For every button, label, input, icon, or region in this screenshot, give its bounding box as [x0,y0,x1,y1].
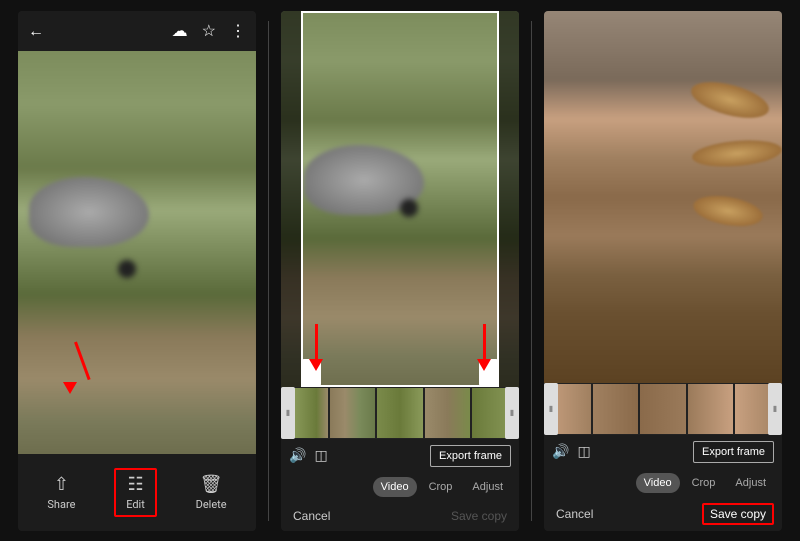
divider-1 [268,21,269,521]
photo-sim-1 [18,51,256,454]
frame-2 [329,387,377,439]
save-copy-btn-2[interactable]: Save copy [447,507,511,525]
controls-bar-3: 🔊 ◫ Export frame [544,435,782,469]
edit-action[interactable]: ☷ Edit [114,468,157,517]
tab-crop-2[interactable]: Crop [421,477,461,497]
frame-3 [376,387,424,439]
crop-border [301,11,499,387]
delete-label: Delete [196,498,227,511]
tab-adjust-2[interactable]: Adjust [464,477,511,497]
frame-1 [281,387,329,439]
timeline-strip-3[interactable] [544,383,782,435]
tab-crop-3[interactable]: Crop [684,473,724,493]
frame-3-2 [592,383,640,435]
frame-4 [424,387,472,439]
timeline-frames-3 [544,383,782,435]
dark-spot-1 [118,260,136,278]
tab-adjust-3[interactable]: Adjust [727,473,774,493]
red-arrow-2b [477,324,491,371]
screen-icon-3[interactable]: ◫ [577,444,590,460]
divider-2 [531,21,532,521]
tab-video-3[interactable]: Video [636,473,680,493]
panel-2: 🔊 ◫ Export frame Video Crop Adjust Cance… [281,11,519,531]
tabs-row-3: Video Crop Adjust [544,469,782,497]
tabs-row-2: Video Crop Adjust [281,473,519,501]
panel-3: 🔊 ◫ Export frame Video Crop Adjust Cance… [544,11,782,531]
share-action[interactable]: ⇧ Share [47,474,75,511]
image-area-2 [281,11,519,387]
timeline-frames [281,387,519,439]
volume-icon-2[interactable]: 🔊 [289,448,306,464]
delete-icon: 🗑 [200,474,223,495]
top-bar-1: ← ☁ ☆ ⋮ [18,11,256,51]
crop-dim-left [281,11,301,387]
bottom-bar-1: ⇧ Share ☷ Edit 🗑 Delete [18,454,256,531]
top-bar-icons: ☁ ☆ ⋮ [172,21,246,40]
footer-row-2: Cancel Save copy [281,501,519,531]
frame-3-3 [639,383,687,435]
save-copy-btn-3[interactable]: Save copy [702,503,774,525]
crop-dim-right [499,11,519,387]
cancel-btn-2[interactable]: Cancel [289,507,334,525]
photo-sim-3 [544,11,782,383]
photo-background-1 [18,51,256,454]
controls-bar-2: 🔊 ◫ Export frame [281,439,519,473]
bottom-actions: ⇧ Share ☷ Edit 🗑 Delete [18,462,256,527]
star-icon[interactable]: ☆ [202,21,216,40]
screen-icon-2[interactable]: ◫ [314,448,327,464]
photo-background-3 [544,11,782,383]
share-label: Share [47,498,75,511]
footer-row-3: Cancel Save copy [544,497,782,531]
frame-3-5 [734,383,782,435]
image-area-1 [18,51,256,454]
back-icon[interactable]: ← [28,21,44,41]
timeline-strip-2[interactable] [281,387,519,439]
edit-label: Edit [126,498,145,511]
export-frame-btn-3[interactable]: Export frame [693,441,774,463]
red-arrow-2a [309,324,323,371]
frame-3-1 [544,383,592,435]
cloud-upload-icon[interactable]: ☁ [172,21,188,40]
more-vert-icon[interactable]: ⋮ [230,21,246,40]
frame-3-4 [687,383,735,435]
share-icon: ⇧ [54,474,69,495]
export-frame-btn-2[interactable]: Export frame [430,445,511,467]
volume-icon-3[interactable]: 🔊 [552,444,569,460]
main-container: ← ☁ ☆ ⋮ ⇧ Share [0,0,800,541]
tab-video-2[interactable]: Video [373,477,417,497]
delete-action[interactable]: 🗑 Delete [196,474,227,511]
frame-5 [471,387,519,439]
panel-1: ← ☁ ☆ ⋮ ⇧ Share [18,11,256,531]
cancel-btn-3[interactable]: Cancel [552,505,597,523]
edit-icon: ☷ [127,474,143,495]
red-arrow-1 [73,342,77,394]
image-area-3 [544,11,782,383]
